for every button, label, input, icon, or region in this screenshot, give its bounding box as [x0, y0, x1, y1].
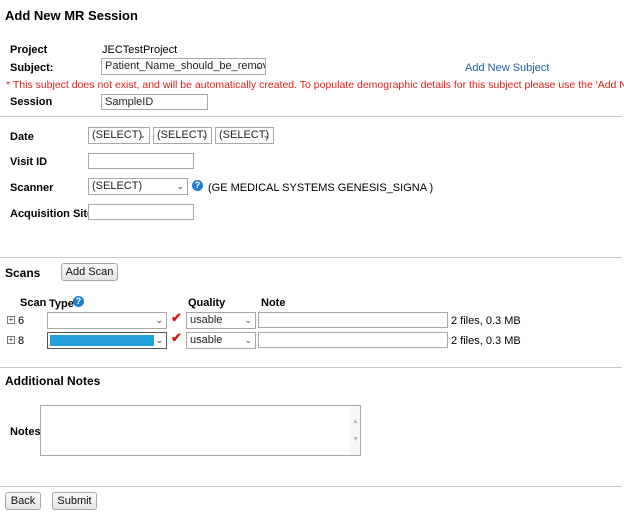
quality-value: usable: [190, 334, 223, 346]
note-header: Note: [261, 297, 286, 309]
visit-id-input[interactable]: [88, 153, 194, 169]
acquisition-site-label: Acquisition Site: [10, 208, 94, 220]
acquisition-site-input[interactable]: [88, 204, 194, 220]
chevron-down-icon: ⌄: [244, 315, 252, 325]
scan-files: 2 files, 0.3 MB: [451, 315, 521, 327]
scanner-select[interactable]: (SELECT) ⌄: [88, 178, 188, 195]
date-month-value: (SELECT): [92, 129, 143, 141]
quality-select[interactable]: usable ⌄: [186, 312, 256, 329]
scan-type-select[interactable]: ⌄: [47, 332, 167, 349]
chevron-down-icon: ⌄: [200, 130, 208, 140]
scan-note-input[interactable]: [258, 312, 448, 328]
date-month-select[interactable]: (SELECT) ⌄: [88, 127, 150, 144]
session-label: Session: [10, 96, 53, 108]
expand-icon[interactable]: +: [7, 316, 15, 324]
scan-note-input[interactable]: [258, 332, 448, 348]
scan-id: 8: [18, 335, 25, 347]
scan-files: 2 files, 0.3 MB: [451, 335, 521, 347]
scan-header: Scan: [20, 297, 47, 309]
submit-button[interactable]: Submit: [52, 492, 97, 510]
chevron-down-icon: ⌄: [176, 181, 184, 191]
scroll-down-icon: ▼: [352, 436, 359, 443]
divider: [0, 257, 622, 258]
chevron-down-icon: ⌄: [138, 130, 146, 140]
add-scan-button[interactable]: Add Scan: [61, 263, 118, 281]
scanner-detected: (GE MEDICAL SYSTEMS GENESIS_SIGNA ): [208, 182, 434, 194]
scan-type-select[interactable]: ⌄: [47, 312, 167, 329]
type-header: Type: [49, 298, 74, 310]
selected-highlight: [50, 335, 154, 346]
back-button[interactable]: Back: [5, 492, 41, 510]
subject-select[interactable]: Patient_Name_should_be_removed ⌄: [101, 58, 266, 75]
divider: [0, 116, 622, 117]
subject-select-value: Patient_Name_should_be_removed: [105, 60, 266, 72]
project-value: JECTestProject: [102, 44, 178, 56]
page-title: Add New MR Session: [5, 8, 138, 23]
chevron-down-icon: ⌄: [155, 335, 163, 345]
scan-id: 6: [18, 315, 25, 327]
scanner-label: Scanner: [10, 182, 54, 194]
chevron-down-icon: ⌄: [155, 315, 163, 325]
chevron-down-icon: ⌄: [262, 130, 270, 140]
chevron-down-icon: ⌄: [244, 335, 252, 345]
visit-id-label: Visit ID: [10, 156, 48, 168]
add-new-subject-link[interactable]: Add New Subject: [465, 62, 549, 74]
scans-title: Scans: [5, 266, 41, 280]
additional-notes-title: Additional Notes: [5, 374, 101, 388]
expand-icon[interactable]: +: [7, 336, 15, 344]
subject-warning: * This subject does not exist, and will …: [6, 79, 624, 91]
help-icon[interactable]: ?: [73, 296, 84, 307]
date-year-select[interactable]: (SELECT) ⌄: [215, 127, 274, 144]
check-icon: ✔: [171, 310, 182, 325]
quality-value: usable: [190, 314, 223, 326]
quality-select[interactable]: usable ⌄: [186, 332, 256, 349]
chevron-down-icon: ⌄: [254, 61, 262, 71]
divider: [0, 486, 622, 487]
scanner-select-value: (SELECT): [92, 180, 143, 192]
scroll-up-icon: ▲: [352, 418, 359, 425]
notes-label: Notes: [10, 426, 41, 438]
date-label: Date: [10, 131, 34, 143]
date-day-select[interactable]: (SELECT) ⌄: [153, 127, 212, 144]
session-input[interactable]: SampleID: [101, 94, 208, 110]
quality-header: Quality: [188, 297, 226, 309]
notes-textarea[interactable]: ▲ ▼: [40, 405, 361, 456]
check-icon: ✔: [171, 330, 182, 345]
subject-label: Subject:: [10, 62, 54, 74]
textarea-scrollbar[interactable]: ▲ ▼: [350, 406, 360, 455]
project-label: Project: [10, 44, 48, 56]
help-icon[interactable]: ?: [192, 180, 203, 191]
divider: [0, 367, 622, 368]
